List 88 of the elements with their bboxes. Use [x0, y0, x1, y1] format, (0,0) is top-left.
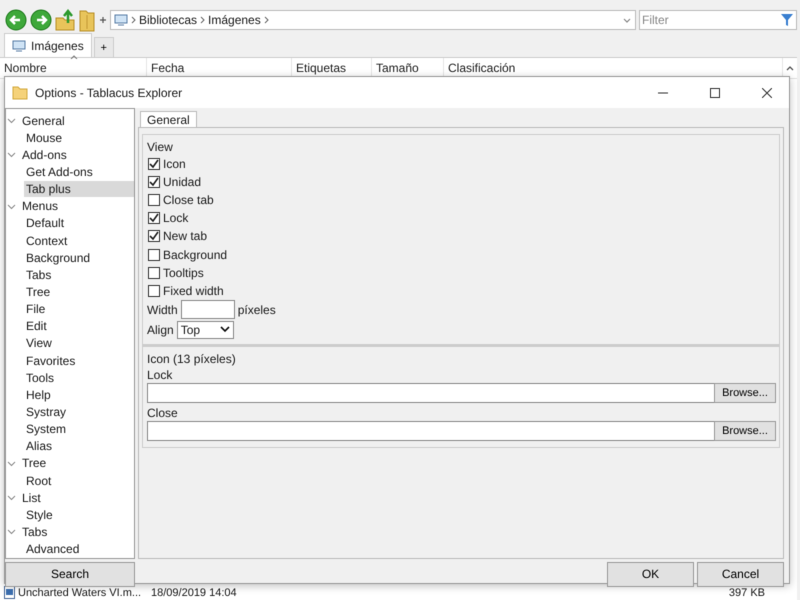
filter-icon	[780, 13, 794, 27]
checkbox[interactable]	[148, 158, 160, 170]
checkbox[interactable]	[148, 212, 160, 224]
tree-item[interactable]: List	[20, 490, 43, 506]
dialog-button[interactable]: Cancel	[697, 562, 784, 587]
tree-item[interactable]: Alias	[24, 438, 54, 454]
folder-up-icon	[55, 9, 75, 31]
new-tab-button[interactable]: +	[94, 37, 114, 57]
plus-icon	[99, 16, 107, 24]
field-label: Align	[147, 322, 174, 338]
tree-item[interactable]: Default	[24, 215, 66, 232]
tree-item[interactable]: Favorites	[24, 352, 78, 369]
dialog-title: Options - Tablacus Explorer	[35, 86, 184, 100]
tree-item[interactable]: Mouse	[24, 130, 64, 146]
tree-item[interactable]: Get Add-ons	[24, 164, 95, 180]
checkbox-label[interactable]: Background	[163, 246, 228, 263]
computer-icon	[114, 14, 128, 26]
browse-button[interactable]: Browse...	[714, 420, 776, 441]
breadcrumb[interactable]: Bibliotecas	[139, 13, 198, 27]
tree-item[interactable]: Systray	[24, 404, 68, 420]
caret-icon	[220, 326, 230, 334]
dialog-button[interactable]: OK	[607, 562, 694, 587]
group-title: View	[147, 139, 174, 155]
check-icon	[149, 159, 159, 170]
file-name[interactable]: Uncharted Waters VI.m...	[18, 586, 142, 598]
search-button[interactable]: Search	[5, 562, 135, 587]
file-date: 18/09/2019 14:04	[150, 586, 238, 598]
tree-item[interactable]: File	[24, 301, 48, 318]
tab[interactable]: General	[140, 111, 197, 127]
tree-item[interactable]: Tree	[20, 455, 48, 472]
tree-item[interactable]: General	[20, 112, 67, 129]
breadcrumb[interactable]: Imágenes	[208, 13, 261, 27]
checkbox-label[interactable]: New tab	[163, 228, 208, 244]
tree-item[interactable]: Context	[24, 232, 70, 249]
tree-item[interactable]: Tools	[24, 370, 56, 386]
filter-field[interactable]: Filter	[639, 10, 797, 30]
folder-icon	[12, 86, 28, 100]
tree-item[interactable]: Menus	[20, 198, 60, 214]
tree-item[interactable]: Add-ons	[20, 146, 69, 163]
browse-button[interactable]: Browse...	[714, 382, 776, 403]
checkbox[interactable]	[148, 284, 160, 297]
tree-item[interactable]: System	[24, 421, 68, 438]
sort-caret-icon	[70, 55, 78, 59]
checkbox[interactable]	[148, 230, 160, 242]
checkbox-label[interactable]: Icon	[163, 156, 186, 172]
scroll-up-icon	[786, 65, 794, 71]
checkbox[interactable]	[148, 194, 160, 206]
tree-item[interactable]: Tabs	[24, 266, 54, 283]
path-field[interactable]	[147, 382, 715, 403]
checkbox-label[interactable]: Fixed width	[163, 282, 224, 299]
file-size: 397 KB	[728, 586, 766, 598]
check-icon	[149, 213, 159, 224]
width-field[interactable]	[180, 300, 235, 320]
checkbox-label[interactable]: Tooltips	[163, 264, 204, 281]
checkbox[interactable]	[148, 266, 160, 279]
chevron-right-icon	[200, 16, 206, 24]
field-label: Close	[147, 404, 179, 421]
computer-icon	[12, 40, 26, 52]
tree-item[interactable]: Background	[24, 250, 92, 266]
unit-label: píxeles	[238, 302, 276, 318]
checkbox-label[interactable]: Unidad	[163, 174, 202, 190]
tree-item[interactable]: Edit	[24, 318, 49, 334]
tree-item[interactable]: Root	[24, 472, 54, 489]
dropdown-icon	[622, 16, 632, 24]
align-dropdown[interactable]: Top	[176, 320, 234, 339]
checkbox-label[interactable]: Close tab	[163, 192, 214, 208]
tree-item[interactable]: Tree	[24, 284, 52, 300]
check-icon	[149, 231, 159, 242]
tree-item[interactable]: Tab plus	[24, 181, 134, 198]
field-label: Lock	[147, 366, 174, 383]
check-icon	[149, 177, 159, 188]
tree-item[interactable]: Tabs	[20, 524, 50, 540]
checkbox[interactable]	[148, 248, 160, 261]
field-label: Width	[147, 302, 178, 318]
tree-item[interactable]: Advanced	[24, 541, 82, 558]
tree-item[interactable]: Style	[24, 506, 55, 523]
tree-item[interactable]: Help	[24, 386, 53, 403]
close-icon	[762, 88, 772, 98]
group-title: Icon (13 píxeles)	[147, 350, 237, 367]
chevron-right-icon	[264, 16, 269, 24]
address-bar[interactable]: Bibliotecas Imágenes	[110, 10, 636, 30]
tree-item[interactable]: View	[24, 335, 54, 352]
checkbox-label[interactable]: Lock	[163, 210, 188, 226]
tab[interactable]: Imágenes	[4, 33, 92, 57]
chevron-right-icon	[131, 16, 136, 24]
path-field[interactable]	[147, 420, 715, 441]
checkbox[interactable]	[148, 176, 160, 188]
maximize-icon	[710, 88, 720, 98]
